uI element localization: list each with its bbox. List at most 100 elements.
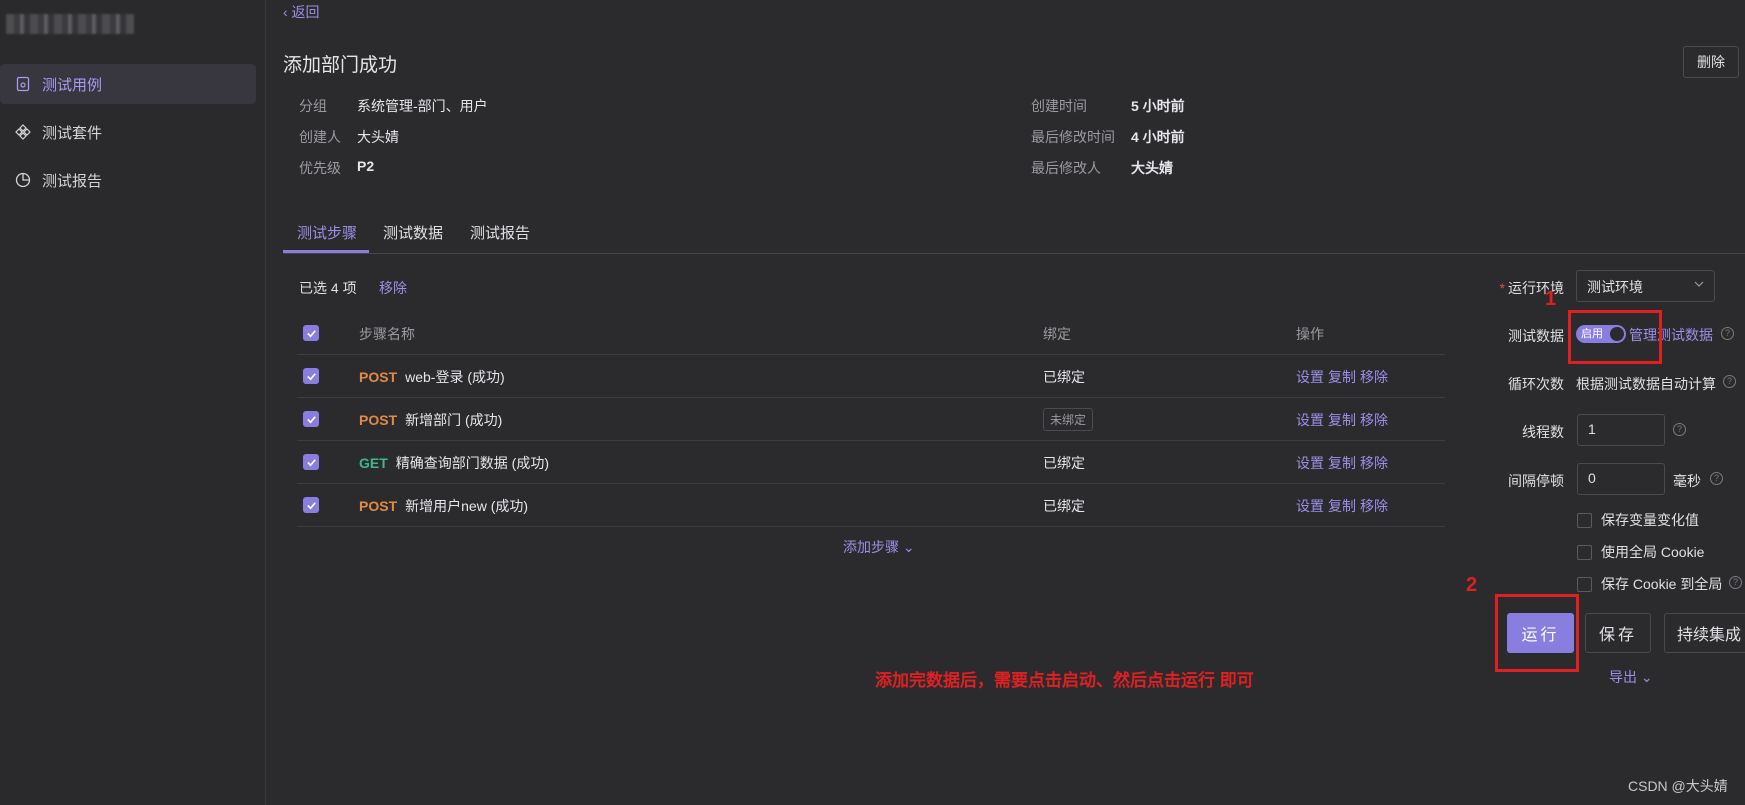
tab-test-data[interactable]: 测试数据 [383,222,443,243]
row-checkbox[interactable] [303,368,319,384]
threads-label: 线程数 [1522,424,1564,440]
checkbox-label: 使用全局 Cookie [1601,544,1705,560]
tab-test-steps[interactable]: 测试步骤 [297,222,357,243]
settings-link[interactable]: 设置 [1296,412,1324,428]
continuous-integration-button[interactable]: 持续集成 [1664,613,1745,653]
threads-input[interactable]: 1 [1577,414,1665,446]
diamond-grid-icon [14,123,32,141]
checkbox[interactable] [1577,512,1592,528]
step-name: 新增用户new (成功) [405,498,529,514]
step-name: 新增部门 (成功) [405,412,503,428]
bind-status: 已绑定 [1043,455,1085,471]
remove-selected-link[interactable]: 移除 [379,278,407,298]
page-title: 添加部门成功 [283,55,398,76]
http-method: POST [359,412,398,428]
check-icon [306,415,316,423]
back-link[interactable]: ‹ 返回 [283,2,320,22]
loop-value: 根据测试数据自动计算 [1576,376,1716,392]
group-value: 系统管理-部门、用户 [357,98,488,114]
export-dropdown[interactable]: 导出 ⌄ [1609,667,1653,687]
tab-test-report[interactable]: 测试报告 [470,222,530,243]
row-checkbox[interactable] [303,497,319,513]
bind-status: 已绑定 [1043,498,1085,514]
creator-value: 大头婧 [357,129,399,145]
table-row: POST 新增部门 (成功) 未绑定 设置 复制 移除 [297,398,1445,441]
logo [6,14,134,34]
help-icon[interactable]: ? [1710,472,1723,485]
unbound-tag: 未绑定 [1043,408,1094,431]
step-name-cell[interactable]: POST 新增用户new (成功) [359,496,528,516]
annotation-number-1: 1 [1545,288,1557,310]
help-icon[interactable]: ? [1721,327,1734,340]
http-method: POST [359,369,398,385]
annotation-number-2: 2 [1466,574,1478,596]
save-variable-checkbox[interactable]: 保存变量变化值 [1577,510,1699,530]
copy-link[interactable]: 复制 [1328,369,1356,385]
tab-bar: 测试步骤 测试数据 测试报告 [283,210,1745,254]
row-checkbox[interactable] [303,454,319,470]
modifier-label: 最后修改人 [1031,160,1101,176]
sidebar-item-label: 测试套件 [42,124,103,142]
created-value: 5 小时前 [1131,98,1185,114]
add-step-button[interactable]: 添加步骤 ⌄ [843,537,915,557]
row-checkbox[interactable] [303,411,319,427]
active-tab-indicator [283,250,369,253]
bind-status: 已绑定 [1043,369,1085,385]
sidebar-item-label: 测试报告 [42,172,103,190]
interval-input[interactable]: 0 [1577,463,1665,495]
settings-link[interactable]: 设置 [1296,455,1324,471]
priority-label: 优先级 [299,160,341,176]
help-icon[interactable]: ? [1673,423,1686,436]
checkbox[interactable] [1577,576,1592,592]
step-name: 精确查询部门数据 (成功) [395,455,549,471]
step-name-cell[interactable]: GET 精确查询部门数据 (成功) [359,453,549,473]
annotation-note: 添加完数据后，需要点击启动、然后点击运行 即可 [875,671,1254,690]
check-icon [306,329,316,337]
settings-link[interactable]: 设置 [1296,369,1324,385]
modified-value: 4 小时前 [1131,129,1185,145]
steps-table: 步骤名称 绑定 操作 POST web-登录 (成功) 已绑定 设置 复制 移除 PO… [297,312,1445,527]
remove-link[interactable]: 移除 [1360,369,1388,385]
row-actions: 设置 复制 移除 [1296,410,1392,430]
bind-status: 未绑定 [1043,408,1094,431]
http-method: POST [359,498,398,514]
col-header-name: 步骤名称 [359,326,415,342]
help-icon[interactable]: ? [1729,576,1742,589]
chevron-down-icon [1694,281,1704,287]
check-icon [306,458,316,466]
priority-value: P2 [357,158,375,174]
select-all-checkbox[interactable] [303,325,319,341]
row-actions: 设置 复制 移除 [1296,496,1392,516]
check-icon [306,501,316,509]
delete-button[interactable]: 删除 [1683,46,1739,78]
created-label: 创建时间 [1031,98,1087,114]
help-icon[interactable]: ? [1723,375,1736,388]
remove-link[interactable]: 移除 [1360,455,1388,471]
global-cookie-checkbox[interactable]: 使用全局 Cookie [1577,542,1704,562]
remove-link[interactable]: 移除 [1360,498,1388,514]
sidebar-item-test-reports[interactable]: 测试报告 [0,160,256,200]
group-label: 分组 [299,98,327,114]
checkbox[interactable] [1577,544,1592,560]
checkbox-label: 保存 Cookie 到全局 [1601,576,1723,592]
sidebar-item-test-cases[interactable]: 测试用例 [0,64,256,104]
env-select[interactable]: 测试环境 [1576,270,1715,302]
remove-link[interactable]: 移除 [1360,412,1388,428]
http-method: GET [359,455,388,471]
sidebar-item-test-suites[interactable]: 测试套件 [0,112,256,152]
step-name-cell[interactable]: POST 新增部门 (成功) [359,410,502,430]
interval-unit: 毫秒 [1673,473,1701,489]
copy-link[interactable]: 复制 [1328,412,1356,428]
copy-link[interactable]: 复制 [1328,498,1356,514]
check-icon [306,372,316,380]
step-name: web-登录 (成功) [405,369,505,385]
settings-link[interactable]: 设置 [1296,498,1324,514]
copy-link[interactable]: 复制 [1328,455,1356,471]
save-button[interactable]: 保存 [1585,613,1651,653]
watermark: CSDN @大头婧 [1628,778,1728,794]
row-actions: 设置 复制 移除 [1296,453,1392,473]
env-value: 测试环境 [1587,279,1643,295]
save-cookie-global-checkbox[interactable]: 保存 Cookie 到全局 [1577,574,1722,594]
step-name-cell[interactable]: POST web-登录 (成功) [359,367,505,387]
col-header-op: 操作 [1296,326,1324,342]
